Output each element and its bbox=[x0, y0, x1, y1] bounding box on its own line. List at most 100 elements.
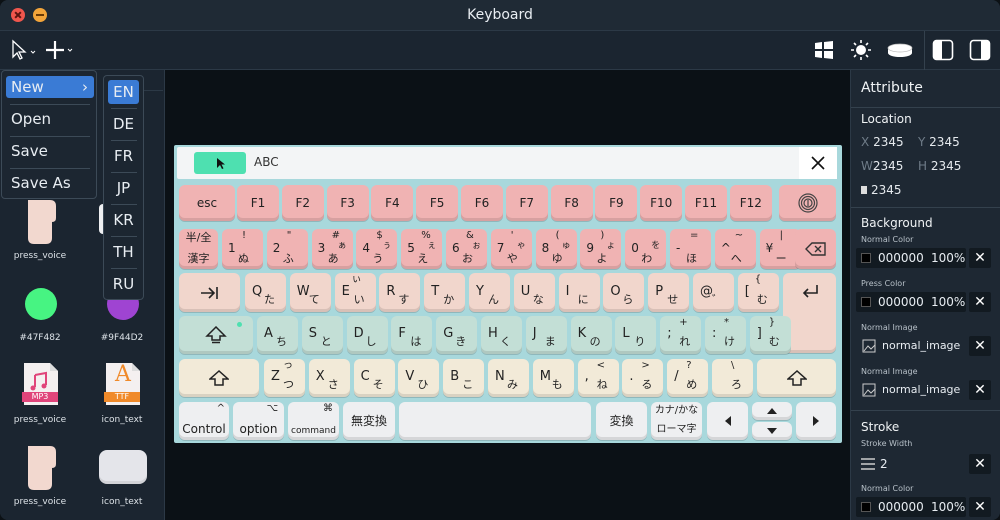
letter-key[interactable]: Iに bbox=[558, 273, 600, 312]
remove-press-color-button[interactable]: ✕ bbox=[969, 292, 991, 312]
backspace-key[interactable] bbox=[795, 229, 836, 269]
letter-key[interactable]: *: け bbox=[705, 316, 746, 354]
letter-key[interactable]: Qた bbox=[245, 273, 286, 312]
asset-color-green[interactable]: #47F482 bbox=[0, 285, 80, 355]
arrow-down-key[interactable] bbox=[752, 422, 792, 440]
letter-key[interactable]: Oら bbox=[603, 273, 645, 312]
number-key[interactable]: ' ゃ 7 や bbox=[490, 229, 532, 269]
left-shift-key[interactable] bbox=[179, 359, 259, 397]
letter-key[interactable]: Dし bbox=[346, 316, 388, 354]
command-key[interactable]: ⌘ command bbox=[288, 402, 339, 440]
remove-stroke-color-button[interactable]: ✕ bbox=[969, 497, 991, 517]
number-key[interactable]: ) ょ 9 よ bbox=[580, 229, 622, 269]
number-key[interactable]: ~ ^ へ bbox=[714, 229, 756, 269]
lang-de[interactable]: DE bbox=[108, 112, 139, 136]
letter-key[interactable]: Pせ bbox=[648, 273, 690, 312]
letter-key[interactable]: Aち bbox=[257, 316, 298, 354]
letter-key[interactable]: @ ゛ bbox=[693, 273, 734, 312]
number-key[interactable]: (ゅ 8 ゆ bbox=[535, 229, 577, 269]
lang-en[interactable]: EN bbox=[108, 80, 139, 104]
key-esc[interactable]: esc bbox=[179, 185, 235, 221]
stroke-width-field[interactable]: 2 bbox=[856, 454, 966, 474]
menu-item-new[interactable]: New › bbox=[6, 76, 94, 98]
space-key[interactable] bbox=[399, 402, 591, 440]
letter-key[interactable]: Cそ bbox=[353, 359, 395, 397]
letter-key[interactable]: っZつ bbox=[264, 359, 305, 397]
asset-ttf[interactable]: A TTF icon_text bbox=[82, 360, 162, 430]
control-key[interactable]: ^ Control bbox=[179, 402, 229, 440]
number-key[interactable]: ! 1 ぬ bbox=[222, 229, 263, 269]
arrow-right-key[interactable] bbox=[796, 402, 836, 440]
letter-key[interactable]: Kの bbox=[570, 316, 612, 354]
normal-image-field-2[interactable]: normal_image bbox=[856, 380, 966, 400]
asset-press-voice-2[interactable]: press_voice bbox=[0, 442, 80, 512]
close-keyboard-button[interactable] bbox=[799, 147, 837, 179]
letter-key[interactable]: Hく bbox=[481, 316, 522, 354]
key-f9[interactable]: F9 bbox=[595, 185, 638, 221]
key-f1[interactable]: F1 bbox=[237, 185, 279, 221]
key-f8[interactable]: F8 bbox=[550, 185, 593, 221]
toggle-left-panel-button[interactable] bbox=[931, 38, 955, 62]
letter-key[interactable]: Rす bbox=[379, 273, 421, 312]
brightness-button[interactable] bbox=[849, 38, 873, 62]
arrow-left-key[interactable] bbox=[707, 402, 748, 440]
letter-key[interactable]: Tか bbox=[424, 273, 466, 312]
number-key[interactable]: & ぉ 6 お bbox=[446, 229, 487, 269]
normal-image-field[interactable]: normal_image bbox=[856, 336, 966, 356]
windows-layout-button[interactable] bbox=[812, 38, 836, 62]
letter-key[interactable]: ぃEい bbox=[334, 273, 376, 312]
letter-key[interactable]: Fは bbox=[391, 316, 433, 354]
key-f11[interactable]: F11 bbox=[685, 185, 727, 221]
letter-key[interactable]: >. る bbox=[622, 359, 664, 397]
asset-icon-text[interactable]: icon_text bbox=[82, 442, 162, 512]
letter-key[interactable]: Nみ bbox=[488, 359, 529, 397]
lang-th[interactable]: TH bbox=[108, 240, 139, 264]
tab-key[interactable] bbox=[179, 273, 240, 312]
remove-normal-image-button-2[interactable]: ✕ bbox=[969, 380, 991, 400]
normal-color-field[interactable]: 000000 100% bbox=[856, 248, 966, 268]
fingerprint-key[interactable] bbox=[779, 185, 836, 221]
key-f2[interactable]: F2 bbox=[281, 185, 324, 221]
menu-item-open[interactable]: Open bbox=[6, 108, 94, 130]
number-key[interactable]: % ぇ 5 え bbox=[401, 229, 443, 269]
cursor-mode-button[interactable] bbox=[194, 152, 246, 174]
lang-jp[interactable]: JP bbox=[108, 176, 139, 200]
remove-stroke-button[interactable]: ✕ bbox=[969, 454, 991, 474]
letter-key[interactable]: Mも bbox=[532, 359, 574, 397]
letter-key[interactable]: +; れ bbox=[660, 316, 702, 354]
toggle-right-panel-button[interactable] bbox=[968, 38, 992, 62]
h-field[interactable]: H 2345 bbox=[918, 159, 961, 173]
number-key[interactable]: = - ほ bbox=[670, 229, 711, 269]
select-tool-button[interactable] bbox=[9, 38, 37, 62]
key-f3[interactable]: F3 bbox=[326, 185, 369, 221]
key-f10[interactable]: F10 bbox=[640, 185, 683, 221]
lang-kr[interactable]: KR bbox=[108, 208, 139, 232]
remove-normal-image-button[interactable]: ✕ bbox=[969, 336, 991, 356]
lang-ru[interactable]: RU bbox=[108, 272, 139, 296]
press-color-field[interactable]: 000000 100% bbox=[856, 292, 966, 312]
key-f7[interactable]: F7 bbox=[505, 185, 548, 221]
letter-key[interactable]: Lり bbox=[615, 316, 657, 354]
letter-key[interactable]: ? / め bbox=[667, 359, 709, 397]
hankaku-zenkaku-key[interactable]: 半/全 漢字 bbox=[179, 229, 218, 269]
right-shift-key[interactable] bbox=[757, 359, 836, 397]
letter-key[interactable]: Wて bbox=[289, 273, 331, 312]
letter-key[interactable]: Gき bbox=[436, 316, 478, 354]
asset-mp3[interactable]: MP3 press_voice bbox=[0, 360, 80, 430]
radius-field[interactable]: 2345 bbox=[861, 183, 902, 197]
number-key[interactable]: # ぁ 3 あ bbox=[311, 229, 353, 269]
menu-item-save-as[interactable]: Save As bbox=[6, 172, 94, 194]
number-key[interactable]: を 0わ bbox=[625, 229, 667, 269]
letter-key[interactable]: \ ろ bbox=[712, 359, 753, 397]
stroke-color-field[interactable]: 000000 100% bbox=[856, 497, 966, 517]
number-key[interactable]: $ ぅ 4 う bbox=[356, 229, 398, 269]
letter-key[interactable]: Bこ bbox=[443, 359, 485, 397]
y-field[interactable]: Y 2345 bbox=[918, 135, 960, 149]
letter-key[interactable]: Jま bbox=[525, 316, 567, 354]
letter-key[interactable]: Sと bbox=[301, 316, 343, 354]
lang-fr[interactable]: FR bbox=[108, 144, 139, 168]
letter-key[interactable]: Uな bbox=[513, 273, 555, 312]
w-field[interactable]: W2345 bbox=[861, 159, 903, 173]
key-f5[interactable]: F5 bbox=[416, 185, 459, 221]
letter-key[interactable]: Yん bbox=[469, 273, 510, 312]
